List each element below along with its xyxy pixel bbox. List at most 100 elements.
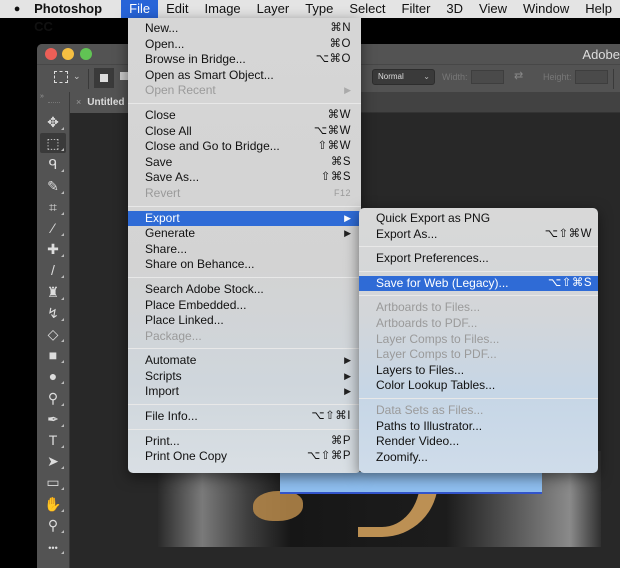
- type-tool[interactable]: T: [40, 430, 66, 450]
- menu-item-revert: Revert F12: [128, 186, 361, 202]
- menu-item-quick-export-as-png[interactable]: Quick Export as PNG: [359, 211, 598, 227]
- menu-item-render-video[interactable]: Render Video...: [359, 434, 598, 450]
- apple-icon[interactable]: ●: [0, 3, 34, 15]
- blur-tool[interactable]: ●: [40, 366, 66, 386]
- zoom-window-button[interactable]: [80, 48, 92, 60]
- menu-item-zoomify[interactable]: Zoomify...: [359, 450, 598, 466]
- eraser-tool[interactable]: ◇: [40, 324, 66, 344]
- marquee-preset-icon[interactable]: [54, 71, 68, 83]
- menu-item-file-info[interactable]: File Info... ⌥⇧⌘I: [128, 409, 361, 425]
- menu-item-color-lookup-tables[interactable]: Color Lookup Tables...: [359, 378, 598, 394]
- eyedropper-tool[interactable]: ⁄: [40, 218, 66, 238]
- document-tab[interactable]: × Untitled: [70, 92, 130, 113]
- menu-help[interactable]: Help: [577, 0, 620, 18]
- menu-item-close-and-go-to-bridge[interactable]: Close and Go to Bridge... ⇧⌘W: [128, 139, 361, 155]
- zoom-tool[interactable]: ⚲: [40, 515, 66, 535]
- menu-type[interactable]: Type: [297, 0, 341, 18]
- menu-item-paths-to-illustrator[interactable]: Paths to Illustrator...: [359, 419, 598, 435]
- gradient-tool[interactable]: ■: [40, 345, 66, 365]
- menu-item-label: Share on Behance...: [145, 257, 255, 272]
- menu-item-open[interactable]: Open... ⌘O: [128, 37, 361, 53]
- dodge-tool[interactable]: ⚲: [40, 388, 66, 408]
- menu-file[interactable]: File: [121, 0, 159, 18]
- clone-stamp-icon: ♜: [46, 283, 60, 300]
- menu-item-export[interactable]: Export ▶: [128, 210, 361, 227]
- healing-brush-icon: ✚: [47, 241, 59, 258]
- hand-tool[interactable]: ✋: [40, 494, 66, 514]
- chevron-down-icon[interactable]: ⌄: [73, 71, 81, 82]
- history-brush-tool[interactable]: ↯: [40, 303, 66, 323]
- file-menu: New... ⌘N Open... ⌘O Browse in Bridge... ⌥⌘O O…: [128, 18, 361, 473]
- menu-select[interactable]: Select: [341, 0, 393, 18]
- submenu-arrow-icon: ▶: [344, 85, 351, 96]
- menu-item-share-on-behance[interactable]: Share on Behance...: [128, 257, 361, 273]
- rectangular-marquee-tool[interactable]: ⬚: [40, 133, 66, 154]
- menu-item-print[interactable]: Print... ⌘P: [128, 434, 361, 450]
- menu-item-import[interactable]: Import ▶: [128, 384, 361, 400]
- style-select[interactable]: Normal ⌄: [372, 69, 435, 85]
- menu-item-label: Close: [145, 107, 176, 122]
- menu-view[interactable]: View: [471, 0, 515, 18]
- menu-item-browse-in-bridge[interactable]: Browse in Bridge... ⌥⌘O: [128, 52, 361, 68]
- menu-item-label: Export Preferences...: [376, 251, 489, 266]
- close-tab-icon[interactable]: ×: [76, 97, 81, 107]
- menu-item-close-all[interactable]: Close All ⌥⌘W: [128, 124, 361, 140]
- zoom-icon: ⚲: [47, 516, 59, 533]
- menu-3d[interactable]: 3D: [438, 0, 471, 18]
- width-input[interactable]: [471, 70, 504, 84]
- menu-item-share[interactable]: Share...: [128, 242, 361, 258]
- menu-item-new[interactable]: New... ⌘N: [128, 21, 361, 37]
- eyedropper-icon: ⁄: [51, 220, 55, 236]
- menu-separator: [359, 295, 598, 297]
- clone-stamp-tool[interactable]: ♜: [40, 282, 66, 302]
- menu-item-save-for-web-legacy[interactable]: Save for Web (Legacy)... ⌥⇧⌘S: [359, 275, 598, 292]
- collapse-panel-icon[interactable]: »: [40, 93, 44, 100]
- menu-edit[interactable]: Edit: [158, 0, 196, 18]
- app-menu[interactable]: Photoshop CC: [34, 0, 121, 34]
- minimize-window-button[interactable]: [62, 48, 74, 60]
- menu-item-search-adobe-stock[interactable]: Search Adobe Stock...: [128, 282, 361, 298]
- menu-item-place-linked[interactable]: Place Linked...: [128, 313, 361, 329]
- height-input[interactable]: [575, 70, 608, 84]
- rectangle-tool[interactable]: ▭: [40, 472, 66, 492]
- menu-item-layers-to-files[interactable]: Layers to Files...: [359, 363, 598, 379]
- pen-tool[interactable]: ✒: [40, 409, 66, 429]
- menu-image[interactable]: Image: [197, 0, 249, 18]
- menu-separator: [359, 397, 598, 399]
- menu-window[interactable]: Window: [515, 0, 577, 18]
- menu-filter[interactable]: Filter: [394, 0, 439, 18]
- move-tool[interactable]: ✥: [40, 112, 66, 132]
- lasso-tool[interactable]: ᑫ: [40, 154, 66, 174]
- menu-item-close[interactable]: Close ⌘W: [128, 108, 361, 124]
- menu-item-export-preferences[interactable]: Export Preferences...: [359, 251, 598, 267]
- close-window-button[interactable]: [45, 48, 57, 60]
- screen: ● Photoshop CC File Edit Image Layer Typ…: [0, 0, 620, 568]
- menu-item-print-one-copy[interactable]: Print One Copy ⌥⇧⌘P: [128, 449, 361, 465]
- menu-item-save-as[interactable]: Save As... ⇧⌘S: [128, 170, 361, 186]
- menu-item-export-as[interactable]: Export As... ⌥⇧⌘W: [359, 227, 598, 243]
- menu-item-place-embedded[interactable]: Place Embedded...: [128, 298, 361, 314]
- menu-item-label: Save: [145, 154, 173, 169]
- add-to-selection-button[interactable]: [120, 72, 128, 80]
- path-selection-tool[interactable]: ➤: [40, 451, 66, 471]
- grip-handle[interactable]: [48, 102, 60, 104]
- new-selection-button[interactable]: [94, 68, 114, 88]
- menu-item-shortcut: ⌥⇧⌘W: [544, 227, 592, 240]
- menu-item-generate[interactable]: Generate ▶: [128, 226, 361, 242]
- menu-item-label: Render Video...: [376, 434, 460, 449]
- brush-tool[interactable]: /: [40, 260, 66, 280]
- menu-item-scripts[interactable]: Scripts ▶: [128, 369, 361, 385]
- crop-tool[interactable]: ⌗: [40, 197, 66, 217]
- menu-item-save[interactable]: Save ⌘S: [128, 155, 361, 171]
- more-tools[interactable]: •••: [40, 536, 66, 556]
- menu-item-label: Place Linked...: [145, 313, 224, 328]
- menu-separator: [128, 102, 361, 104]
- healing-brush-tool[interactable]: ✚: [40, 239, 66, 259]
- swap-icon[interactable]: ⇄: [514, 69, 523, 82]
- menu-layer[interactable]: Layer: [249, 0, 298, 18]
- menu-item-open-as-smart-object[interactable]: Open as Smart Object...: [128, 68, 361, 84]
- menu-item-layer-comps-to-pdf: Layer Comps to PDF...: [359, 347, 598, 363]
- submenu-arrow-icon: ▶: [344, 386, 351, 397]
- menu-item-automate[interactable]: Automate ▶: [128, 353, 361, 369]
- quick-selection-tool[interactable]: ✎: [40, 176, 66, 196]
